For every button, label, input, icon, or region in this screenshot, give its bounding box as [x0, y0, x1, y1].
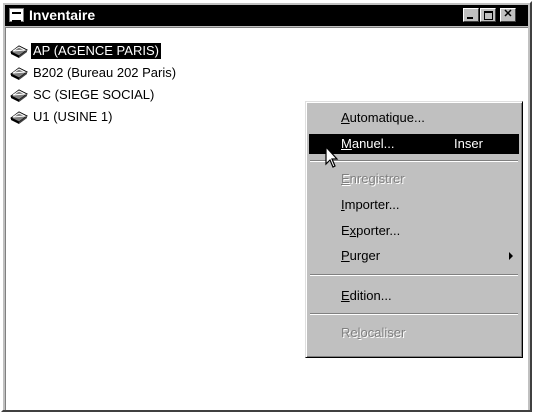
close-icon: ✕ — [503, 8, 513, 20]
menu-item-exporter[interactable]: Exporter... — [309, 221, 519, 241]
menu-item-accelerator: E — [341, 171, 350, 186]
book-icon — [10, 109, 28, 125]
window-menu-icon[interactable] — [9, 8, 24, 22]
arrow-cursor-icon — [325, 146, 339, 168]
menu-item-label-post: utomatique... — [349, 110, 425, 125]
menu-item-accelerator: P — [341, 248, 350, 263]
menu-item-label-post: ocaliser — [360, 325, 406, 340]
list-item-label: B202 (Bureau 202 Paris) — [33, 65, 177, 80]
menu-item-shortcut: Inser — [454, 136, 483, 151]
book-icon — [10, 43, 28, 59]
minimize-button[interactable] — [463, 8, 479, 22]
menu-item-label-post: porter... — [356, 223, 401, 238]
minimize-icon — [467, 17, 473, 19]
book-icon — [10, 87, 28, 103]
menu-item-purger[interactable]: Purger — [309, 246, 519, 266]
menu-item-importer[interactable]: Importer... — [309, 195, 519, 215]
menu-item-edition[interactable]: Edition... — [309, 286, 519, 306]
menu-item-label-post: urger — [349, 248, 381, 263]
maximize-button[interactable] — [480, 8, 496, 22]
book-icon — [10, 65, 28, 81]
menu-separator — [310, 274, 518, 276]
list-item-label: SC (SIEGE SOCIAL) — [33, 87, 155, 102]
list-item[interactable]: B202 (Bureau 202 Paris) — [10, 64, 178, 82]
menu-separator — [310, 313, 518, 315]
menu-item-label-post: anuel... — [351, 136, 395, 151]
menu-item-enregistrer: Enregistrer — [309, 169, 519, 189]
menu-item-label-post: nregistrer — [349, 171, 405, 186]
context-menu: Automatique... Manuel... Inser Enregistr… — [305, 101, 523, 358]
menu-item-accelerator: A — [341, 110, 350, 125]
menu-separator — [310, 160, 518, 162]
menu-item-label-post: mporter... — [344, 197, 400, 212]
window-title: Inventaire — [29, 7, 96, 23]
list-item[interactable]: U1 (USINE 1) — [10, 108, 114, 126]
maximize-icon — [484, 11, 493, 20]
list-item-label: AP (AGENCE PARIS) — [31, 43, 161, 59]
menu-item-relocaliser: Relocaliser — [309, 323, 519, 343]
menu-item-automatique[interactable]: Automatique... — [309, 108, 519, 128]
menu-item-label-post: dition... — [349, 288, 392, 303]
title-bar[interactable]: Inventaire ✕ — [5, 5, 528, 26]
list-item[interactable]: AP (AGENCE PARIS) — [10, 42, 161, 60]
close-button[interactable]: ✕ — [500, 8, 516, 22]
menu-item-accelerator: M — [341, 136, 352, 151]
menu-item-label-pre: Re — [341, 325, 358, 340]
list-item-label: U1 (USINE 1) — [33, 109, 113, 124]
list-item[interactable]: SC (SIEGE SOCIAL) — [10, 86, 156, 104]
submenu-arrow-icon — [509, 252, 513, 260]
menu-item-accelerator: E — [341, 288, 350, 303]
menu-item-label-pre: E — [341, 223, 350, 238]
